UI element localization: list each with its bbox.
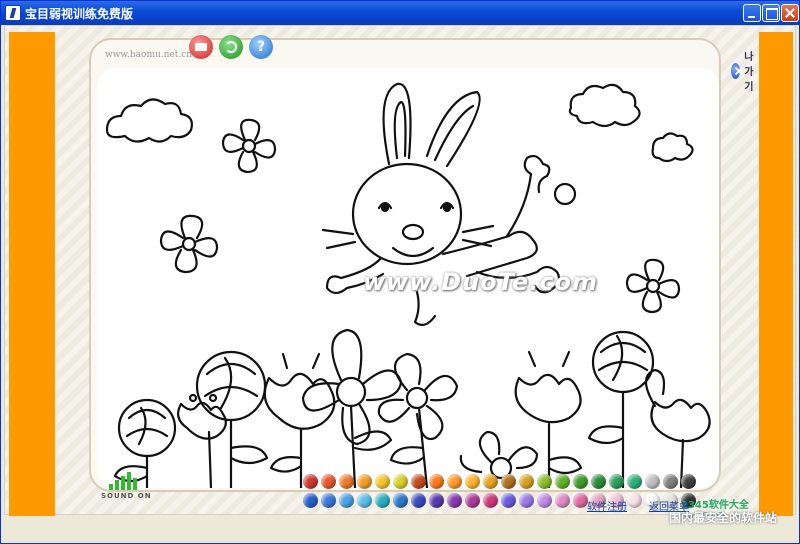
- daisy-flower: [301, 328, 403, 488]
- color-swatch[interactable]: [321, 493, 336, 508]
- watermark-text: www.DuoTe.com: [363, 268, 598, 296]
- register-link[interactable]: 软件注册: [587, 498, 627, 513]
- color-swatch[interactable]: [411, 474, 426, 489]
- sound-bars-icon: [109, 470, 157, 490]
- brand-slogan: 国内最安全的软件站: [669, 511, 778, 525]
- coloring-board: www.baomu.net.cn 나가기 www.DuoTe.com: [89, 38, 753, 492]
- color-swatch[interactable]: [483, 493, 498, 508]
- color-swatch[interactable]: [537, 493, 552, 508]
- game-area: www.baomu.net.cn 나가기 www.DuoTe.com SOUND…: [4, 25, 796, 520]
- color-swatch[interactable]: [447, 493, 462, 508]
- sound-label: SOUND ON: [101, 492, 152, 500]
- color-swatch[interactable]: [501, 474, 516, 489]
- color-swatch[interactable]: [303, 474, 318, 489]
- window-title: 宝目弱视训练免费版: [25, 7, 134, 21]
- color-swatch[interactable]: [519, 493, 534, 508]
- cloud-shape: [651, 132, 694, 163]
- help-button[interactable]: ?: [249, 35, 273, 59]
- close-button[interactable]: [781, 4, 799, 22]
- color-swatch[interactable]: [573, 474, 588, 489]
- close-icon: [731, 62, 741, 79]
- color-swatch[interactable]: [609, 474, 624, 489]
- color-swatch[interactable]: [375, 493, 390, 508]
- minimize-button[interactable]: [743, 4, 761, 22]
- butterfly-flower: [625, 258, 681, 314]
- app-window: 宝目弱视训练免费版 www.baomu.net.cn 나가기 www.DuoTe…: [0, 0, 800, 544]
- butterfly-flower: [221, 118, 277, 174]
- butterfly-flower: [159, 214, 219, 274]
- daisy-flower: [377, 352, 459, 488]
- color-swatch[interactable]: [681, 474, 696, 489]
- maximize-button[interactable]: [762, 4, 780, 22]
- color-swatch[interactable]: [447, 474, 462, 489]
- color-swatch[interactable]: [303, 493, 318, 508]
- app-icon[interactable]: [5, 5, 21, 21]
- rose-flower: [195, 350, 269, 488]
- color-swatch[interactable]: [483, 474, 498, 489]
- cloud-shape: [568, 83, 641, 128]
- color-swatch[interactable]: [627, 474, 642, 489]
- color-swatch[interactable]: [465, 474, 480, 489]
- right-orange-bar: [759, 32, 793, 516]
- tulip-flower: [176, 393, 228, 488]
- color-swatch[interactable]: [591, 474, 606, 489]
- color-swatch[interactable]: [537, 474, 552, 489]
- site-url: www.baomu.net.cn: [105, 50, 193, 60]
- color-swatch[interactable]: [393, 493, 408, 508]
- color-swatch[interactable]: [339, 493, 354, 508]
- tulip-flower: [263, 352, 336, 488]
- cloud-shape: [105, 98, 193, 143]
- color-swatch[interactable]: [339, 474, 354, 489]
- color-swatch[interactable]: [429, 493, 444, 508]
- color-swatch[interactable]: [357, 493, 372, 508]
- refresh-button[interactable]: [219, 35, 243, 59]
- color-swatch[interactable]: [393, 474, 408, 489]
- color-swatch[interactable]: [627, 493, 642, 508]
- color-swatch[interactable]: [519, 474, 534, 489]
- color-swatch[interactable]: [375, 474, 390, 489]
- color-swatch[interactable]: [573, 493, 588, 508]
- color-swatch[interactable]: [555, 493, 570, 508]
- exit-label: 나가기: [744, 52, 754, 93]
- left-orange-bar: [9, 32, 55, 516]
- title-bar[interactable]: 宝目弱视训练免费版: [1, 1, 799, 25]
- color-swatch[interactable]: [321, 474, 336, 489]
- sound-toggle[interactable]: SOUND ON: [101, 470, 157, 500]
- color-swatch[interactable]: [645, 474, 660, 489]
- exit-button[interactable]: 나가기: [731, 48, 760, 93]
- color-swatch[interactable]: [429, 474, 444, 489]
- color-swatch[interactable]: [555, 474, 570, 489]
- color-swatch[interactable]: [357, 474, 372, 489]
- color-swatch[interactable]: [663, 474, 678, 489]
- rose-flower: [587, 330, 655, 488]
- color-swatch[interactable]: [411, 493, 426, 508]
- daisy-flower: [459, 430, 539, 480]
- color-swatch[interactable]: [465, 493, 480, 508]
- tulip-flower: [644, 368, 711, 488]
- print-button[interactable]: [189, 35, 213, 59]
- color-swatch[interactable]: [501, 493, 516, 508]
